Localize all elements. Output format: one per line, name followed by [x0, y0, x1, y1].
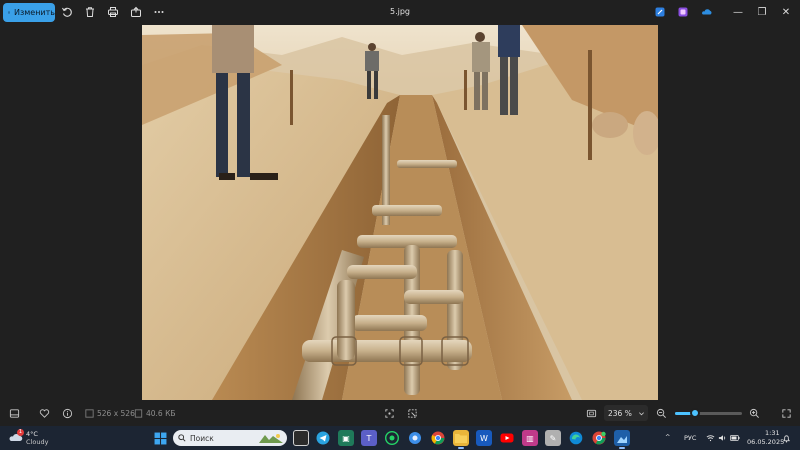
whatsapp-icon[interactable] — [384, 430, 400, 446]
chrome-profile-icon[interactable] — [591, 430, 607, 446]
zoom-slider-thumb[interactable] — [690, 408, 701, 418]
print-icon[interactable] — [106, 5, 120, 19]
search-highlight-icon — [259, 434, 283, 443]
file-size-icon — [131, 406, 145, 420]
minimize-button[interactable]: — — [731, 5, 745, 19]
image-dimensions: 526 x 526 — [97, 409, 135, 418]
designer-icon[interactable] — [676, 5, 690, 19]
top-toolbar: Изменить 5.jpg — ❐ ✕ — [0, 0, 800, 25]
active-app-indicator — [458, 447, 464, 449]
media-app-icon[interactable]: ▥ — [522, 430, 538, 446]
notification-badge: 1 — [17, 429, 24, 436]
onedrive-icon[interactable] — [700, 5, 714, 19]
zoom-in-icon[interactable] — [747, 406, 761, 420]
windows-logo-icon — [154, 432, 166, 444]
image-dimensions-icon — [82, 406, 96, 420]
clock-date[interactable]: 06.05.2025 — [747, 438, 784, 446]
favorite-heart-icon[interactable] — [37, 406, 51, 420]
filmstrip-icon[interactable] — [7, 406, 21, 420]
file-size: 40.6 КБ — [146, 409, 176, 418]
speaker-icon[interactable] — [718, 434, 727, 442]
teams-icon[interactable]: T — [361, 430, 377, 446]
language-indicator[interactable]: РУС — [684, 434, 696, 442]
delete-icon[interactable] — [83, 5, 97, 19]
clock-time[interactable]: 1:31 — [765, 429, 780, 437]
crop-fit-icon[interactable] — [382, 406, 396, 420]
weather-condition: Cloudy — [26, 438, 49, 446]
edit-button-label: Изменить — [14, 8, 55, 17]
photos-app-icon[interactable] — [614, 430, 630, 446]
active-app-indicator — [619, 447, 625, 449]
photos-app-window: Изменить 5.jpg — ❐ ✕ 526 x 526 40.6 КБ 2… — [0, 0, 800, 426]
search-placeholder: Поиск — [190, 433, 214, 443]
zoom-slider[interactable] — [675, 408, 742, 418]
more-icon[interactable] — [152, 5, 166, 19]
maximize-button[interactable]: ❐ — [755, 5, 769, 19]
store-app-icon[interactable]: ▣ — [338, 430, 354, 446]
edit-button[interactable]: Изменить — [3, 3, 55, 22]
app-circle-icon[interactable] — [407, 430, 423, 446]
fullscreen-icon[interactable] — [779, 406, 793, 420]
show-hidden-icons[interactable]: ^ — [665, 433, 670, 441]
weather-temperature: 4°C — [26, 430, 38, 438]
actual-size-icon[interactable] — [584, 406, 598, 420]
word-icon[interactable]: W — [476, 430, 492, 446]
chevron-down-icon — [638, 411, 644, 415]
zoom-level-dropdown[interactable]: 236 % — [604, 405, 648, 421]
paint-icon[interactable]: ✎ — [545, 430, 561, 446]
file-explorer-icon[interactable] — [453, 430, 469, 446]
share-icon[interactable] — [129, 5, 143, 19]
search-icon — [178, 434, 186, 442]
telegram-icon[interactable] — [315, 430, 331, 446]
wifi-icon[interactable] — [706, 434, 715, 442]
close-button[interactable]: ✕ — [779, 5, 793, 19]
image-viewport[interactable] — [0, 25, 800, 400]
chrome-icon[interactable] — [430, 430, 446, 446]
youtube-icon[interactable] — [499, 430, 515, 446]
edge-icon[interactable] — [568, 430, 584, 446]
edit-icon — [8, 11, 10, 14]
notifications-bell-icon[interactable] — [782, 434, 791, 443]
taskbar-search[interactable]: Поиск — [173, 430, 287, 446]
select-area-icon[interactable] — [405, 406, 419, 420]
zoom-out-icon[interactable] — [654, 406, 668, 420]
windows-taskbar: 1 4°C Cloudy Поиск ▣ T W ▥ ✎ ^ РУС 1:31 … — [0, 426, 800, 450]
weather-widget[interactable]: 1 4°C Cloudy — [9, 429, 59, 447]
rotate-icon[interactable] — [60, 5, 74, 19]
battery-icon[interactable] — [730, 434, 740, 442]
photo-trench-pipes — [142, 25, 658, 400]
photo-image — [142, 25, 658, 400]
bottom-status-bar: 526 x 526 40.6 КБ 236 % — [0, 400, 800, 426]
task-view-icon[interactable] — [293, 430, 309, 446]
clipchamp-icon[interactable] — [653, 5, 667, 19]
zoom-level-value: 236 % — [608, 408, 632, 418]
start-button[interactable] — [152, 430, 168, 446]
info-icon[interactable] — [60, 406, 74, 420]
